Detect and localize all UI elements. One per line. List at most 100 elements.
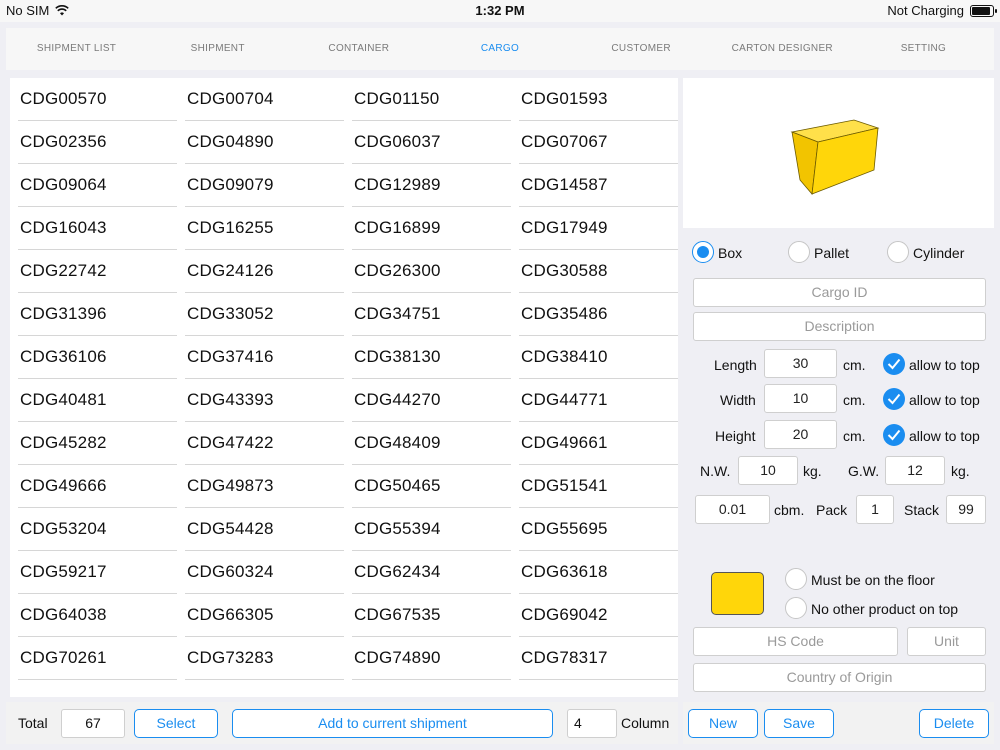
cargo-cell[interactable]: CDG78317 xyxy=(511,637,678,680)
radio-pallet[interactable] xyxy=(788,241,810,263)
cargo-cell[interactable]: CDG24126 xyxy=(177,250,344,293)
cargo-cell[interactable]: CDG09079 xyxy=(177,164,344,207)
cargo-cell[interactable]: CDG12989 xyxy=(344,164,511,207)
cargo-cell[interactable]: CDG67535 xyxy=(344,594,511,637)
cargo-cell[interactable]: CDG66305 xyxy=(177,594,344,637)
cargo-cell[interactable]: CDG51541 xyxy=(511,465,678,508)
cargo-cell[interactable]: CDG49873 xyxy=(177,465,344,508)
cargo-cell[interactable]: CDG45282 xyxy=(10,422,177,465)
description-field[interactable]: Description xyxy=(693,312,986,341)
cargo-cell[interactable]: CDG74890 xyxy=(344,637,511,680)
cargo-cell[interactable]: CDG31396 xyxy=(10,293,177,336)
tab-container[interactable]: CONTAINER xyxy=(288,28,429,70)
cargo-cell[interactable]: CDG07067 xyxy=(511,121,678,164)
tab-shipment-list[interactable]: SHIPMENT LIST xyxy=(6,28,147,70)
cargo-cell[interactable]: CDG04890 xyxy=(177,121,344,164)
width-allow-top-checkbox[interactable] xyxy=(883,388,905,410)
cargo-cell[interactable]: CDG60324 xyxy=(177,551,344,594)
cargo-cell[interactable]: CDG44771 xyxy=(511,379,678,422)
radio-box[interactable] xyxy=(692,241,714,263)
cargo-cell[interactable]: CDG49666 xyxy=(10,465,177,508)
floor-only-toggle[interactable] xyxy=(785,568,807,590)
total-count-field: 67 xyxy=(61,709,125,738)
cargo-cell[interactable]: CDG62434 xyxy=(344,551,511,594)
cargo-cell[interactable]: CDG53204 xyxy=(10,508,177,551)
cargo-cell[interactable]: CDG30588 xyxy=(511,250,678,293)
width-field[interactable]: 10 xyxy=(764,384,837,413)
cargo-cell[interactable]: CDG47422 xyxy=(177,422,344,465)
cargo-cell[interactable]: CDG59217 xyxy=(10,551,177,594)
select-button[interactable]: Select xyxy=(134,709,218,738)
cargo-cell[interactable]: CDG40481 xyxy=(10,379,177,422)
cargo-cell[interactable]: CDG35486 xyxy=(511,293,678,336)
cargo-cell[interactable]: CDG01593 xyxy=(511,78,678,121)
unit-field[interactable]: Unit xyxy=(907,627,986,656)
width-allow-top-label: allow to top xyxy=(909,392,980,408)
cargo-cell[interactable]: CDG01150 xyxy=(344,78,511,121)
add-to-shipment-button[interactable]: Add to current shipment xyxy=(232,709,553,738)
charging-status: Not Charging xyxy=(887,3,964,18)
length-unit: cm. xyxy=(843,357,866,373)
tab-carton-designer[interactable]: CARTON DESIGNER xyxy=(712,28,853,70)
cargo-cell[interactable]: CDG69042 xyxy=(511,594,678,637)
cargo-color-swatch[interactable] xyxy=(711,572,764,615)
cargo-cell[interactable]: CDG16255 xyxy=(177,207,344,250)
cargo-cell[interactable]: CDG55394 xyxy=(344,508,511,551)
cargo-cell[interactable]: CDG14587 xyxy=(511,164,678,207)
cargo-cell[interactable]: CDG16043 xyxy=(10,207,177,250)
cargo-id-field[interactable]: Cargo ID xyxy=(693,278,986,307)
cargo-cell[interactable]: CDG00570 xyxy=(10,78,177,121)
hs-code-field[interactable]: HS Code xyxy=(693,627,898,656)
length-allow-top-label: allow to top xyxy=(909,357,980,373)
country-of-origin-field[interactable]: Country of Origin xyxy=(693,663,986,692)
pack-field[interactable]: 1 xyxy=(856,495,894,524)
cargo-cell[interactable]: CDG16899 xyxy=(344,207,511,250)
no-product-on-top-label: No other product on top xyxy=(811,601,959,617)
height-label: Height xyxy=(715,428,756,444)
radio-cylinder[interactable] xyxy=(887,241,909,263)
cargo-cell[interactable]: CDG63618 xyxy=(511,551,678,594)
gw-field[interactable]: 12 xyxy=(885,456,945,485)
width-unit: cm. xyxy=(843,392,866,408)
cargo-cell[interactable]: CDG37416 xyxy=(177,336,344,379)
cargo-grid-panel[interactable]: CDG00570 CDG00704 CDG01150 CDG01593 CDG02356… xyxy=(10,78,678,697)
cargo-cell[interactable]: CDG50465 xyxy=(344,465,511,508)
tab-setting[interactable]: SETTING xyxy=(853,28,994,70)
cargo-cell[interactable]: CDG26300 xyxy=(344,250,511,293)
cargo-cell[interactable]: CDG33052 xyxy=(177,293,344,336)
cargo-cell[interactable]: CDG38130 xyxy=(344,336,511,379)
cargo-cell[interactable]: CDG73283 xyxy=(177,637,344,680)
cargo-cell[interactable]: CDG55695 xyxy=(511,508,678,551)
cargo-cell[interactable]: CDG43393 xyxy=(177,379,344,422)
length-field[interactable]: 30 xyxy=(764,349,837,378)
cargo-cell[interactable]: CDG17949 xyxy=(511,207,678,250)
cargo-cell[interactable]: CDG49661 xyxy=(511,422,678,465)
cargo-cell[interactable]: CDG38410 xyxy=(511,336,678,379)
cargo-cell[interactable]: CDG06037 xyxy=(344,121,511,164)
height-allow-top-checkbox[interactable] xyxy=(883,424,905,446)
no-product-on-top-toggle[interactable] xyxy=(785,597,807,619)
cargo-cell[interactable]: CDG00704 xyxy=(177,78,344,121)
cargo-cell[interactable]: CDG70261 xyxy=(10,637,177,680)
length-allow-top-checkbox[interactable] xyxy=(883,353,905,375)
nw-field[interactable]: 10 xyxy=(738,456,798,485)
delete-button[interactable]: Delete xyxy=(919,709,989,738)
cargo-cell[interactable]: CDG54428 xyxy=(177,508,344,551)
height-field[interactable]: 20 xyxy=(764,420,837,449)
column-count-field[interactable]: 4 xyxy=(567,709,617,738)
cargo-cell[interactable]: CDG48409 xyxy=(344,422,511,465)
save-button[interactable]: Save xyxy=(764,709,834,738)
cargo-cell[interactable]: CDG09064 xyxy=(10,164,177,207)
cargo-cell[interactable]: CDG34751 xyxy=(344,293,511,336)
cargo-cell[interactable]: CDG02356 xyxy=(10,121,177,164)
tab-customer[interactable]: CUSTOMER xyxy=(571,28,712,70)
cargo-cell[interactable]: CDG36106 xyxy=(10,336,177,379)
cargo-cell[interactable]: CDG44270 xyxy=(344,379,511,422)
checkmark-icon xyxy=(887,393,901,405)
cargo-cell[interactable]: CDG64038 xyxy=(10,594,177,637)
new-button[interactable]: New xyxy=(688,709,758,738)
tab-shipment[interactable]: SHIPMENT xyxy=(147,28,288,70)
cargo-cell[interactable]: CDG22742 xyxy=(10,250,177,293)
tab-cargo[interactable]: CARGO xyxy=(429,28,570,70)
stack-field[interactable]: 99 xyxy=(946,495,986,524)
